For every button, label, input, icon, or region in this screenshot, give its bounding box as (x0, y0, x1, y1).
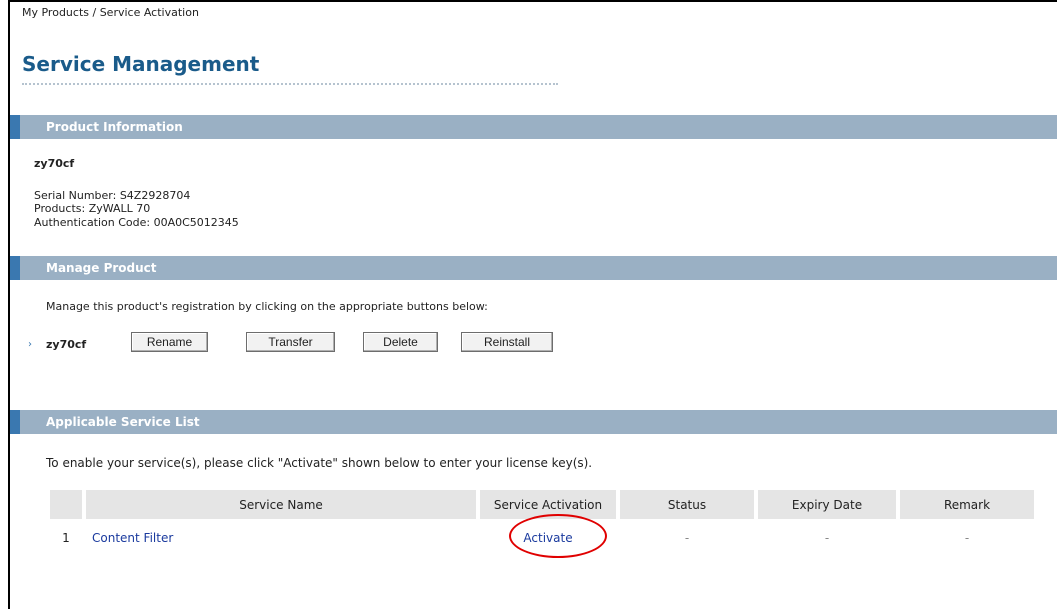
column-header-expiry-date: Expiry Date (758, 490, 896, 519)
manage-instructions: Manage this product's registration by cl… (46, 300, 488, 313)
delete-button[interactable]: Delete (363, 332, 438, 352)
section-accent (10, 115, 20, 139)
column-header-status: Status (620, 490, 754, 519)
section-title: Applicable Service List (46, 415, 200, 429)
authentication-code: Authentication Code: 00A0C5012345 (34, 216, 239, 229)
services-instructions: To enable your service(s), please click … (46, 456, 593, 470)
product-information-header: Product Information (10, 115, 1057, 139)
status-cell: - (684, 531, 690, 545)
title-divider (22, 83, 558, 85)
product-name: zy70cf (34, 157, 75, 170)
products-model: Products: ZyWALL 70 (34, 202, 151, 215)
chevron-right-icon: › (28, 339, 32, 350)
column-header-index (50, 490, 82, 519)
table-header-row: Service Name Service Activation Status E… (50, 490, 1034, 519)
applicable-service-list-header: Applicable Service List (10, 410, 1057, 434)
expiry-date-cell: - (824, 531, 830, 545)
manage-product-name: zy70cf (46, 338, 87, 351)
reinstall-button[interactable]: Reinstall (461, 332, 553, 352)
breadcrumb: My Products / Service Activation (22, 6, 199, 19)
section-title: Manage Product (46, 261, 157, 275)
section-accent (10, 256, 20, 280)
page-title: Service Management (22, 52, 260, 76)
manage-product-header: Manage Product (10, 256, 1057, 280)
activate-link[interactable]: Activate (523, 531, 572, 545)
remark-cell: - (964, 531, 970, 545)
rename-button[interactable]: Rename (131, 332, 208, 352)
column-header-service-name: Service Name (86, 490, 476, 519)
section-accent (10, 410, 20, 434)
serial-number: Serial Number: S4Z2928704 (34, 189, 191, 202)
column-header-remark: Remark (900, 490, 1034, 519)
table-row: 1 Content Filter Activate - - - (50, 519, 1034, 557)
column-header-service-activation: Service Activation (480, 490, 616, 519)
row-index: 1 (62, 531, 70, 545)
service-name-link[interactable]: Content Filter (92, 531, 173, 545)
transfer-button[interactable]: Transfer (246, 332, 335, 352)
service-table: Service Name Service Activation Status E… (46, 490, 1038, 557)
section-title: Product Information (46, 120, 183, 134)
